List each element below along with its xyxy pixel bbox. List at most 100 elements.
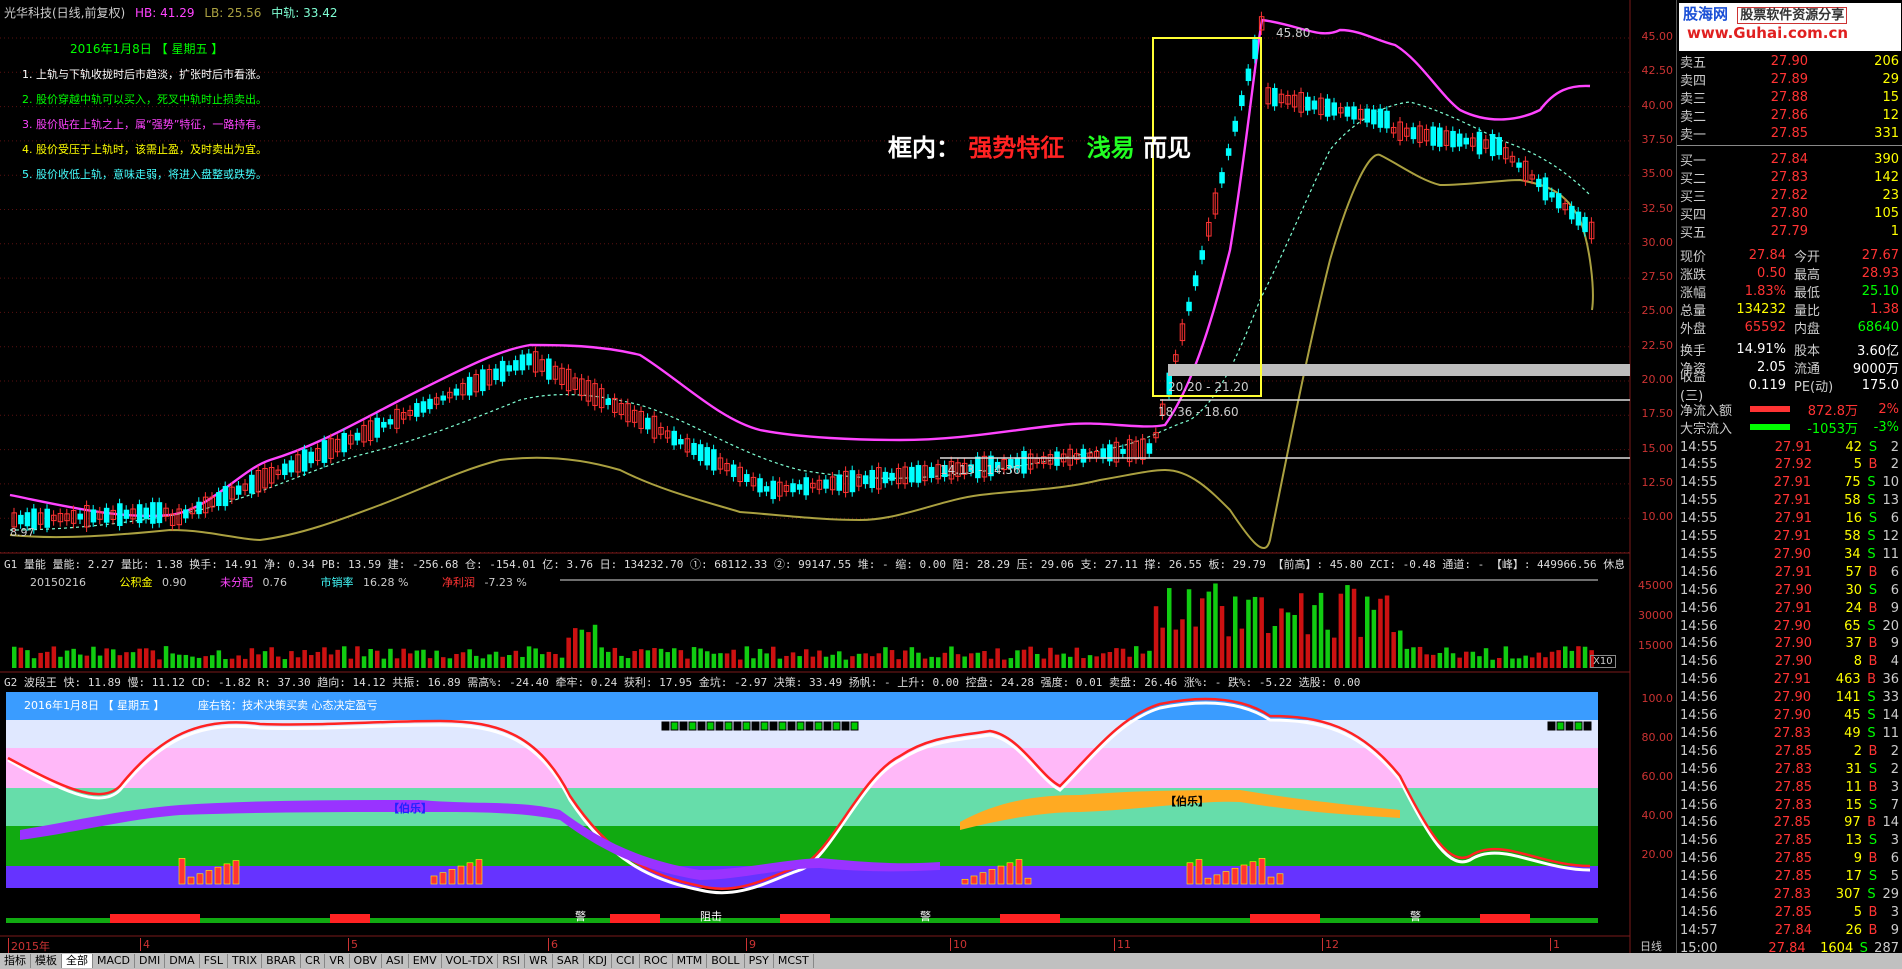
sell-volume: 206 [1874, 53, 1899, 69]
candlestick [427, 394, 433, 414]
tab-指标[interactable]: 指标 [0, 954, 31, 968]
tab-fsl[interactable]: FSL [200, 954, 228, 968]
tick-side: B [1868, 600, 1878, 616]
tick-row[interactable]: 14:55 27.90 34 S 11 [1677, 545, 1902, 563]
g2-signal-bar [196, 873, 204, 885]
tab-obv[interactable]: OBV [350, 954, 382, 968]
volume-bar [1226, 636, 1231, 668]
candlestick [513, 355, 519, 376]
volume-bar [1549, 651, 1555, 668]
tick-side: S [1868, 761, 1878, 777]
tick-row[interactable]: 14:56 27.90 37 B 9 [1677, 635, 1902, 653]
price-tick: 20.00 [1641, 373, 1674, 386]
tick-row[interactable]: 14:56 27.85 9 B 6 [1677, 850, 1902, 868]
tick-row[interactable]: 14:55 27.91 16 S 6 [1677, 510, 1902, 528]
tick-row[interactable]: 14:56 27.85 13 S 3 [1677, 832, 1902, 850]
tab-vr[interactable]: VR [325, 954, 350, 968]
tick-row[interactable]: 14:55 27.91 58 S 13 [1677, 492, 1902, 510]
tab-brar[interactable]: BRAR [262, 954, 302, 968]
tick-row[interactable]: 14:56 27.90 30 S 6 [1677, 581, 1902, 599]
tick-time: 14:56 [1680, 725, 1718, 741]
tick-time: 14:56 [1680, 869, 1718, 885]
tab-psy[interactable]: PSY [745, 954, 774, 968]
tick-row[interactable]: 14:56 27.85 97 B 14 [1677, 814, 1902, 832]
tab-macd[interactable]: MACD [93, 954, 135, 968]
sell-label: 卖四 [1680, 73, 1707, 89]
g2-signal-bar [178, 858, 186, 885]
tick-row[interactable]: 14:55 27.91 58 S 12 [1677, 528, 1902, 546]
tab-dmi[interactable]: DMI [135, 954, 166, 968]
tick-row[interactable]: 14:55 27.91 42 S 2 [1677, 438, 1902, 456]
tick-row[interactable]: 14:56 27.83 15 S 7 [1677, 796, 1902, 814]
candlestick [1278, 89, 1285, 108]
sell-row: 卖五 27.90 206 [1677, 52, 1902, 71]
tab-cr[interactable]: CR [301, 954, 326, 968]
tick-row[interactable]: 14:56 27.90 65 S 20 [1677, 617, 1902, 635]
tick-row[interactable]: 14:55 27.91 75 S 10 [1677, 474, 1902, 492]
tick-row[interactable]: 14:57 27.84 26 B 9 [1677, 921, 1902, 939]
tick-row[interactable]: 14:56 27.85 17 S 5 [1677, 868, 1902, 886]
buy-row: 买一 27.84 390 [1677, 150, 1902, 169]
candlestick [486, 364, 493, 391]
wfp-label: 未分配 [220, 576, 253, 589]
tab-sar[interactable]: SAR [553, 954, 585, 968]
tick-price: 27.85 [1773, 815, 1811, 831]
volume-bar [1041, 658, 1047, 668]
tick-row[interactable]: 14:56 27.91 463 B 36 [1677, 671, 1902, 689]
volume-bar [632, 651, 637, 668]
g2-marker [850, 721, 859, 731]
candlestick [915, 460, 922, 488]
zoom-indicator[interactable]: X10 [1590, 655, 1616, 668]
buy-label: 买五 [1680, 225, 1707, 241]
date-tick: 1 [1550, 938, 1560, 951]
volume-bar [1068, 656, 1073, 668]
tick-row[interactable]: 14:56 27.85 2 B 2 [1677, 742, 1902, 760]
tick-row[interactable]: 14:56 27.90 8 B 4 [1677, 653, 1902, 671]
tick-row[interactable]: 14:56 27.90 45 S 14 [1677, 707, 1902, 725]
tick-volume: 463 [1835, 672, 1861, 688]
tab-boll[interactable]: BOLL [707, 954, 745, 968]
volume-bar [1054, 654, 1060, 668]
period-label[interactable]: 日线 [1640, 938, 1662, 954]
chart-area[interactable]: 光华科技(日线,前复权) HB: 41.29 LB: 25.56 中轨: 33.… [0, 0, 1676, 954]
volume-bar [1503, 646, 1509, 668]
tick-row[interactable]: 14:56 27.91 57 B 6 [1677, 563, 1902, 581]
volume-bar [1444, 647, 1449, 668]
tab-vol-tdx[interactable]: VOL-TDX [442, 954, 499, 968]
stat-value: 1.38 [1870, 301, 1899, 317]
tick-row[interactable]: 14:55 27.92 5 B 2 [1677, 456, 1902, 474]
volume-bar [381, 658, 387, 668]
tick-row[interactable]: 14:56 27.83 49 S 11 [1677, 724, 1902, 742]
tick-count: 3 [1890, 904, 1899, 920]
tab-cci[interactable]: CCI [612, 954, 640, 968]
tab-模板[interactable]: 模板 [31, 954, 62, 968]
tab-mcst[interactable]: MCST [774, 954, 814, 968]
sell-price: 27.86 [1770, 107, 1808, 123]
candlestick [1311, 96, 1318, 115]
tick-row[interactable]: 14:56 27.90 141 S 33 [1677, 689, 1902, 707]
tab-mtm[interactable]: MTM [673, 954, 708, 968]
tab-kdj[interactable]: KDJ [584, 954, 612, 968]
tick-row[interactable]: 14:56 27.85 5 B 3 [1677, 903, 1902, 921]
tick-row[interactable]: 14:56 27.83 307 S 29 [1677, 886, 1902, 904]
stat-value: 28.93 [1861, 265, 1899, 281]
tab-全部[interactable]: 全部 [62, 954, 93, 968]
stat-row: 换手 14.91% 股本 3.60亿 [1677, 340, 1902, 359]
tab-wr[interactable]: WR [525, 954, 553, 968]
tick-row[interactable]: 14:56 27.83 31 S 2 [1677, 760, 1902, 778]
g2-signal-bar [1258, 858, 1266, 885]
tab-trix[interactable]: TRIX [228, 954, 263, 968]
flow-value: -1053万 [1807, 421, 1858, 437]
tab-emv[interactable]: EMV [409, 954, 442, 968]
tab-asi[interactable]: ASI [382, 954, 409, 968]
tick-volume: 5 [1853, 904, 1862, 920]
tick-row[interactable]: 14:56 27.85 11 B 3 [1677, 778, 1902, 796]
tab-rsi[interactable]: RSI [498, 954, 526, 968]
g2-marker [796, 721, 805, 731]
stat-value: 9000万 [1852, 361, 1899, 377]
candlestick [367, 415, 374, 446]
tick-row[interactable]: 14:56 27.91 24 B 9 [1677, 599, 1902, 617]
candlestick [354, 428, 361, 446]
tab-roc[interactable]: ROC [640, 954, 673, 968]
tab-dma[interactable]: DMA [165, 954, 200, 968]
